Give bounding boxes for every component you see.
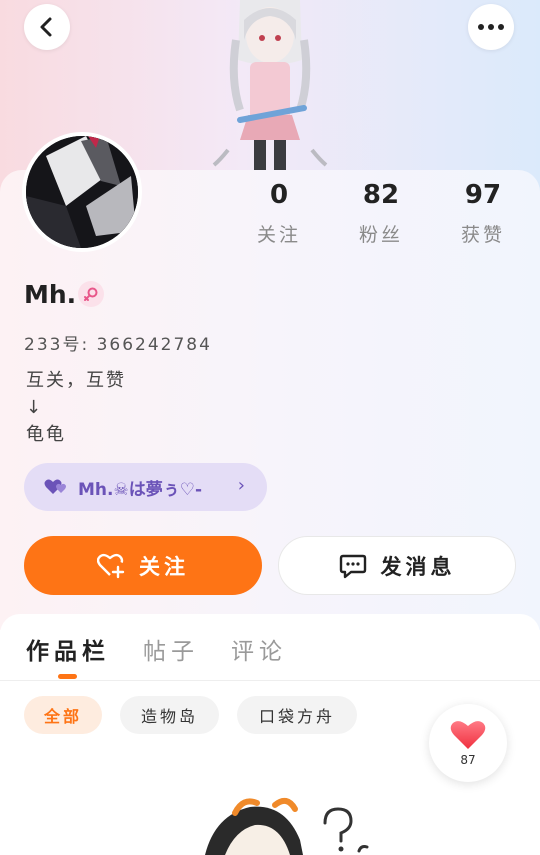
bio-text: 互关，互赞 ↓ 龟龟	[26, 370, 126, 445]
follow-label: 关注	[139, 554, 189, 579]
chevron-right-icon: ›	[237, 475, 245, 496]
stat-value: 82	[362, 180, 400, 210]
filter-all[interactable]: 全部	[24, 696, 102, 734]
chat-bubble-icon	[339, 554, 366, 578]
female-gender-icon	[78, 281, 104, 307]
stat-label: 关注	[256, 224, 301, 246]
stat-fans[interactable]: 82 粉丝	[341, 180, 421, 247]
follow-button[interactable]: 关注	[24, 536, 262, 595]
filter-pocket-ark[interactable]: 口袋方舟	[237, 696, 357, 734]
like-count: 87	[460, 753, 476, 767]
tab-posts[interactable]: 帖子	[143, 632, 199, 666]
avatar[interactable]	[22, 132, 142, 252]
heart-icon	[450, 721, 486, 749]
like-widget[interactable]: 87	[429, 704, 507, 782]
empty-state-illustration	[205, 797, 369, 855]
more-button[interactable]	[468, 4, 514, 50]
message-button[interactable]: 发消息	[278, 536, 516, 595]
more-dots-icon	[478, 24, 504, 30]
chevron-left-icon	[40, 17, 52, 37]
stat-value: 97	[464, 180, 502, 210]
username: Mh.	[24, 280, 77, 309]
stat-following[interactable]: 0 关注	[239, 180, 319, 247]
divider	[0, 680, 540, 681]
back-button[interactable]	[24, 4, 70, 50]
tab-comments[interactable]: 评论	[231, 632, 287, 666]
stat-value: 0	[269, 180, 289, 210]
heart-plus-icon	[97, 553, 125, 578]
fan-badge[interactable]: Mh.☠は夢ぅ♡- ›	[24, 463, 267, 511]
user-id: 233号: 366242784	[24, 335, 212, 355]
character-avatar-image	[212, 0, 328, 170]
stat-label: 获赞	[460, 224, 505, 246]
avatar-image	[26, 136, 138, 248]
stat-likes[interactable]: 97 获赞	[443, 180, 523, 247]
tab-indicator	[58, 674, 77, 679]
message-label: 发消息	[380, 554, 456, 579]
tab-works[interactable]: 作品栏	[26, 632, 110, 666]
stat-label: 粉丝	[358, 224, 403, 246]
filter-creation-island[interactable]: 造物岛	[120, 696, 219, 734]
fan-badge-text: Mh.☠は夢ぅ♡-	[78, 479, 203, 500]
hearts-icon	[44, 479, 66, 494]
